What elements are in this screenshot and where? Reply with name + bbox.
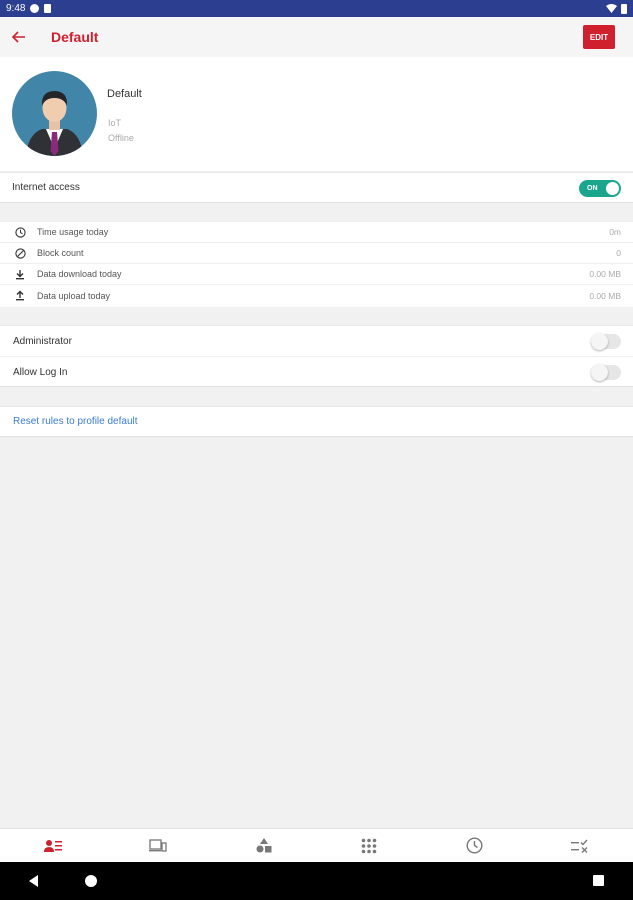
- bottom-navigation: [0, 828, 633, 862]
- block-icon: [13, 246, 27, 260]
- profile-card: Default IoT Offline: [0, 57, 633, 171]
- nav-profile[interactable]: [0, 829, 106, 862]
- stat-value: 0.00 MB: [589, 290, 621, 301]
- stat-label: Time usage today: [37, 227, 109, 237]
- allow-login-toggle[interactable]: [591, 364, 621, 381]
- page-title: Default: [51, 29, 99, 45]
- toggle-on-label: ON: [587, 185, 598, 192]
- battery-icon: [621, 3, 627, 14]
- profile-status: Offline: [108, 133, 134, 143]
- nav-time[interactable]: [422, 829, 528, 862]
- back-arrow-icon: [12, 31, 25, 43]
- permission-settings: Administrator Allow Log In: [0, 325, 633, 387]
- stat-label: Data download today: [37, 269, 122, 279]
- system-navigation-bar: [0, 862, 633, 900]
- allow-login-label: Allow Log In: [13, 367, 68, 378]
- stat-value: 0.00 MB: [589, 269, 621, 279]
- profile-name: Default: [107, 88, 142, 100]
- toggle-knob: [606, 182, 619, 195]
- stat-time-usage: Time usage today 0m: [0, 222, 633, 243]
- devices-icon: [149, 839, 167, 852]
- edit-button[interactable]: EDIT: [583, 25, 615, 49]
- administrator-toggle[interactable]: [591, 333, 621, 350]
- toggle-knob: [591, 333, 608, 350]
- time-icon: [466, 837, 483, 854]
- notification-icon: [44, 4, 52, 13]
- toggle-knob: [591, 364, 608, 381]
- stat-value: 0: [616, 248, 621, 258]
- stat-data-upload: Data upload today 0.00 MB: [0, 285, 633, 306]
- back-button[interactable]: [1, 17, 37, 57]
- administrator-row: Administrator: [0, 326, 633, 357]
- internet-access-toggle[interactable]: ON: [579, 180, 621, 197]
- nav-devices[interactable]: [106, 829, 212, 862]
- system-recents-icon[interactable]: [593, 875, 604, 886]
- profile-icon: [43, 839, 62, 852]
- app-notification-icon: [30, 4, 40, 13]
- upload-icon: [13, 289, 27, 303]
- system-back-icon[interactable]: [29, 875, 38, 887]
- app-bar: Default EDIT: [0, 17, 633, 57]
- internet-access-label: Internet access: [12, 182, 80, 193]
- status-bar: 9:48: [0, 0, 633, 17]
- administrator-label: Administrator: [13, 335, 72, 347]
- stat-value: 0m: [609, 227, 621, 237]
- system-home-icon[interactable]: [85, 875, 97, 887]
- stat-block-count: Block count 0: [0, 243, 633, 264]
- avatar: [12, 71, 97, 156]
- apps-grid-icon: [361, 838, 377, 853]
- status-time: 9:48: [6, 3, 26, 14]
- nav-apps[interactable]: [317, 829, 423, 862]
- internet-access-row: Internet access ON: [0, 172, 633, 203]
- reset-rules-link[interactable]: Reset rules to profile default: [0, 406, 633, 437]
- allow-login-row: Allow Log In: [0, 357, 633, 388]
- reset-rules-label: Reset rules to profile default: [13, 416, 138, 427]
- usage-stats: Time usage today 0m Block count 0 Data d…: [0, 222, 633, 307]
- stat-label: Block count: [37, 248, 84, 258]
- stat-label: Data upload today: [37, 290, 111, 301]
- profile-type: IoT: [108, 118, 122, 128]
- clock-icon: [13, 225, 27, 239]
- stat-data-download: Data download today 0.00 MB: [0, 264, 633, 285]
- categories-icon: [256, 838, 272, 853]
- download-icon: [13, 267, 27, 281]
- nav-rules[interactable]: [528, 829, 633, 862]
- rules-icon: [571, 839, 588, 853]
- wifi-icon: [606, 4, 617, 13]
- nav-categories[interactable]: [211, 829, 317, 862]
